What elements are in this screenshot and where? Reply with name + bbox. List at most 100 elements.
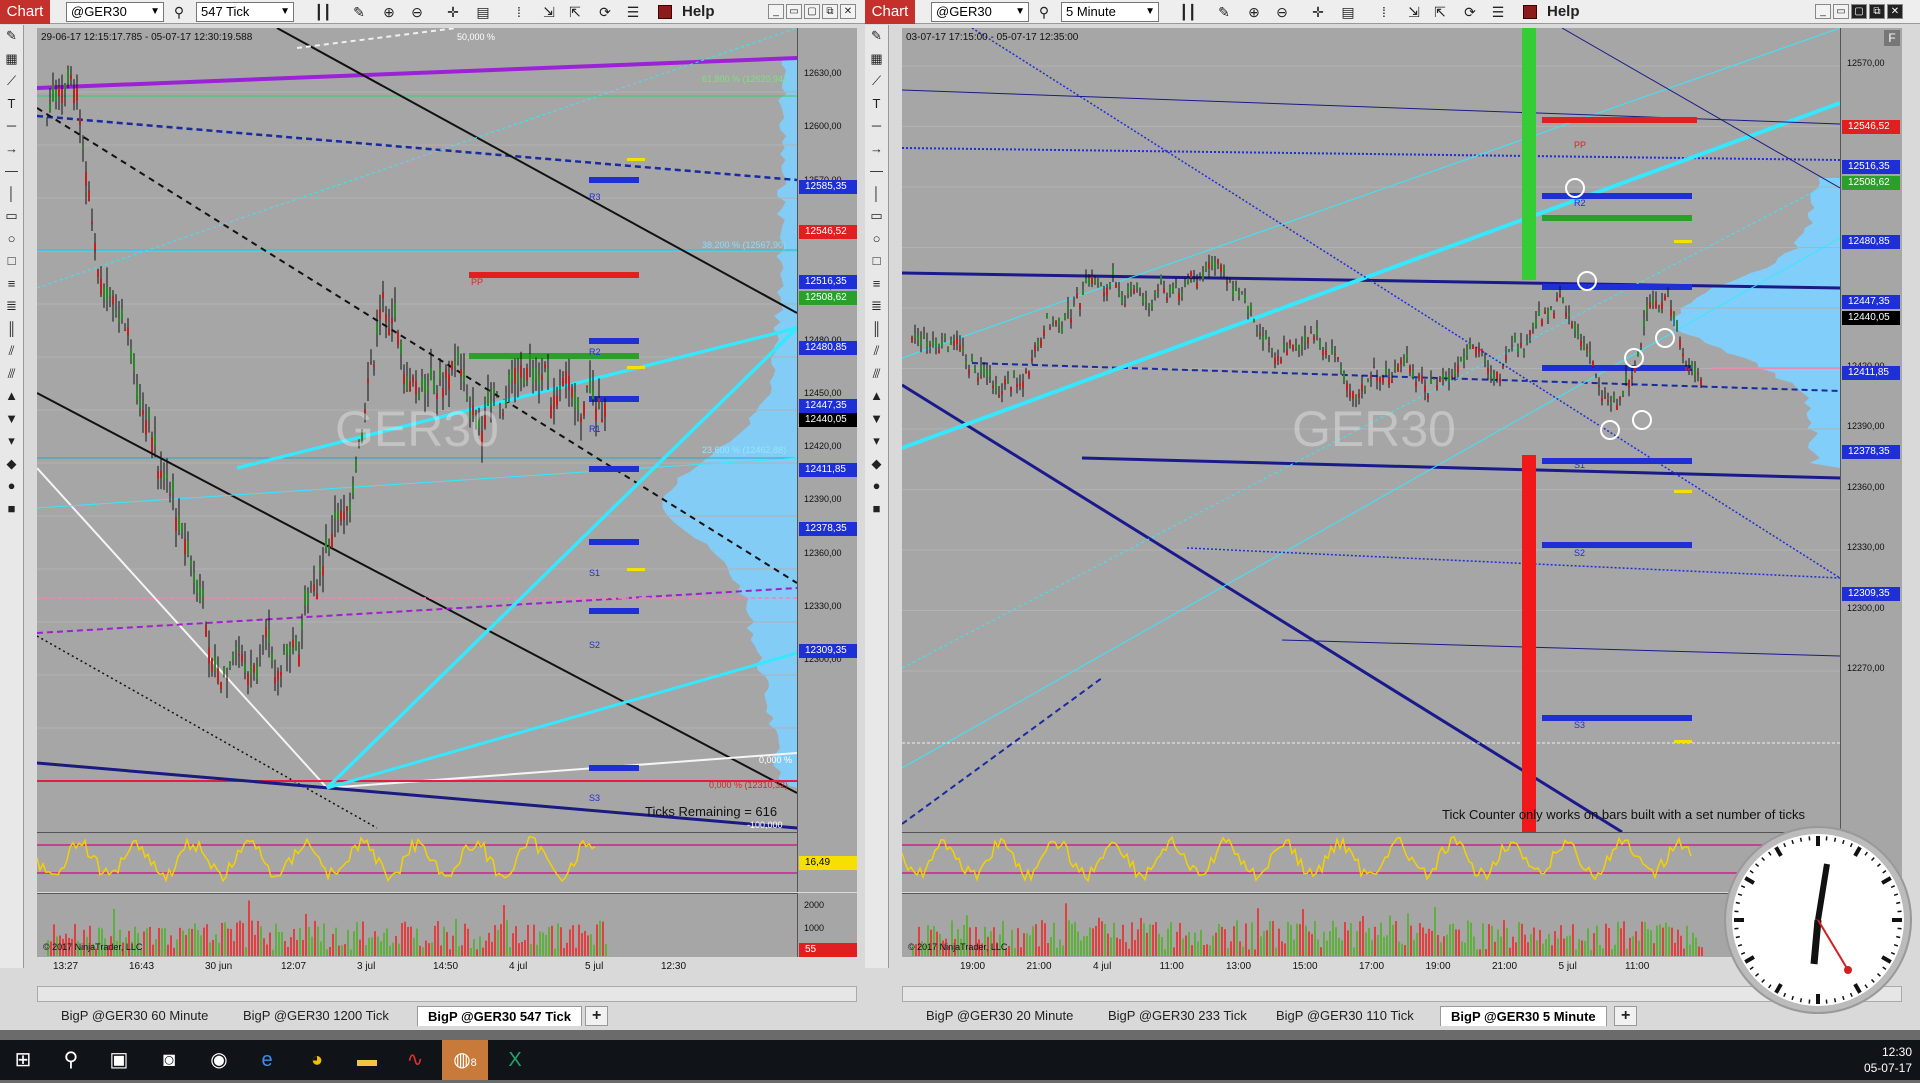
left-maximize-button[interactable]: ▢ xyxy=(804,4,820,19)
grid-tool-icon[interactable]: ▦ xyxy=(0,48,23,71)
ellipse-tool-icon[interactable]: ○ xyxy=(0,228,23,251)
list-icon[interactable]: ☰ xyxy=(624,2,642,22)
text-tool-icon[interactable]: T xyxy=(865,93,888,116)
ruler-tool-icon[interactable]: ⟋ xyxy=(0,70,23,93)
left-instrument-select[interactable]: @GER30▼ xyxy=(66,2,164,22)
left-help-menu[interactable]: Help xyxy=(682,0,715,24)
diamond-icon[interactable]: ◆ xyxy=(865,453,888,476)
zoom-out-icon[interactable]: ⊖ xyxy=(408,2,426,22)
hline-tool-icon[interactable]: ― xyxy=(865,160,888,183)
zoom-out-icon[interactable]: ⊖ xyxy=(1273,2,1291,22)
add-tab-button[interactable]: + xyxy=(1614,1006,1637,1026)
ninjatrader-icon[interactable]: ∿ xyxy=(392,1040,438,1080)
app-icon[interactable]: ◉ xyxy=(196,1040,242,1080)
pencil-tool-icon[interactable]: ✎ xyxy=(0,25,23,48)
text-tool-icon[interactable]: T xyxy=(0,93,23,116)
drawing-objects-icon[interactable]: ⇱ xyxy=(1431,2,1449,22)
chrome-icon[interactable]: ◕ xyxy=(294,1040,340,1080)
tab-20-minute[interactable]: BigP @GER30 20 Minute xyxy=(916,1006,1083,1026)
pencil-icon[interactable]: ✎ xyxy=(1215,2,1233,22)
file-explorer-icon[interactable]: ▬ xyxy=(344,1040,390,1080)
indicators-icon[interactable]: ⁞ xyxy=(510,2,528,22)
diamond-icon[interactable]: ◆ xyxy=(0,453,23,476)
rect-tool-icon[interactable]: ▭ xyxy=(0,205,23,228)
search-icon[interactable]: ⚲ xyxy=(1035,2,1053,22)
fib-time-tool-icon[interactable]: ║ xyxy=(0,318,23,341)
rect-tool-icon[interactable]: ▭ xyxy=(865,205,888,228)
dot-icon[interactable]: ● xyxy=(0,475,23,498)
fib-tool-icon[interactable]: ≡ xyxy=(865,273,888,296)
edge-icon[interactable]: e xyxy=(244,1040,290,1080)
ray-tool-icon[interactable]: → xyxy=(0,138,23,161)
left-restore-button[interactable]: ▭ xyxy=(786,4,802,19)
tab-60-minute[interactable]: BigP @GER30 60 Minute xyxy=(51,1006,218,1026)
windows-start-icon[interactable]: ⊞ xyxy=(0,1040,46,1080)
arrow-up-icon[interactable]: ▲ xyxy=(0,385,23,408)
left-price-panel[interactable]: 29-06-17 12:15:17.785 - 05-07-17 12:30:1… xyxy=(37,28,797,832)
triangle-down-icon[interactable]: ▾ xyxy=(865,430,888,453)
tab-110-tick[interactable]: BigP @GER30 110 Tick xyxy=(1266,1006,1424,1026)
hline-tool-icon[interactable]: ― xyxy=(0,160,23,183)
square-icon[interactable]: ■ xyxy=(865,498,888,521)
ellipse-tool-icon[interactable]: ○ xyxy=(865,228,888,251)
strategies-icon[interactable]: ⇲ xyxy=(1405,2,1423,22)
list-icon[interactable]: ☰ xyxy=(1489,2,1507,22)
right-interval-select[interactable]: 5 Minute▼ xyxy=(1061,2,1159,22)
vline-tool-icon[interactable]: │ xyxy=(865,183,888,206)
system-clock[interactable]: 12:3005-07-17 xyxy=(1864,1044,1912,1076)
dot-icon[interactable]: ● xyxy=(865,475,888,498)
left-horizontal-scrollbar[interactable] xyxy=(37,986,857,1002)
right-panel-corner[interactable]: F xyxy=(1884,30,1900,46)
gann-tool-icon[interactable]: ⫽ xyxy=(865,340,888,363)
excel-icon[interactable]: X xyxy=(492,1040,538,1080)
tab-5-minute[interactable]: BigP @GER30 5 Minute xyxy=(1440,1006,1607,1026)
left-interval-select[interactable]: 547 Tick▼ xyxy=(196,2,294,22)
left-chart-menu-button[interactable]: Chart xyxy=(0,0,50,24)
right-help-menu[interactable]: Help xyxy=(1547,0,1580,24)
search-icon[interactable]: ⚲ xyxy=(48,1040,94,1080)
triangle-down-icon[interactable]: ▾ xyxy=(0,430,23,453)
pencil-tool-icon[interactable]: ✎ xyxy=(865,25,888,48)
task-view-icon[interactable]: ▣ xyxy=(96,1040,142,1080)
bar-type-icon[interactable]: ┃┃ xyxy=(314,2,332,22)
crosshair-icon[interactable]: ✛ xyxy=(444,2,462,22)
refresh-icon[interactable]: ⟳ xyxy=(1461,2,1479,22)
right-close-button[interactable]: ✕ xyxy=(1887,4,1903,19)
right-chart-menu-button[interactable]: Chart xyxy=(865,0,915,24)
strategies-icon[interactable]: ⇲ xyxy=(540,2,558,22)
line-tool-icon[interactable]: ─ xyxy=(0,115,23,138)
grid-tool-icon[interactable]: ▦ xyxy=(865,48,888,71)
square-tool-icon[interactable]: □ xyxy=(0,250,23,273)
bar-type-icon[interactable]: ┃┃ xyxy=(1179,2,1197,22)
vline-tool-icon[interactable]: │ xyxy=(0,183,23,206)
app-icon[interactable]: ◙ xyxy=(146,1040,192,1080)
arrow-up-icon[interactable]: ▲ xyxy=(865,385,888,408)
right-price-panel[interactable]: 03-07-17 17:15:00 - 05-07-17 12:35:00 GE… xyxy=(902,28,1840,832)
crosshair-icon[interactable]: ✛ xyxy=(1309,2,1327,22)
square-tool-icon[interactable]: □ xyxy=(865,250,888,273)
fib-time-tool-icon[interactable]: ║ xyxy=(865,318,888,341)
right-minimize-button[interactable]: _ xyxy=(1815,4,1831,19)
fib-tool-icon[interactable]: ≡ xyxy=(0,273,23,296)
channel-tool-icon[interactable]: ⫻ xyxy=(0,363,23,386)
tab-233-tick[interactable]: BigP @GER30 233 Tick xyxy=(1098,1006,1257,1026)
right-maximize-button[interactable]: ▢ xyxy=(1851,4,1867,19)
search-icon[interactable]: ⚲ xyxy=(170,2,188,22)
refresh-icon[interactable]: ⟳ xyxy=(596,2,614,22)
left-close-button[interactable]: ✕ xyxy=(840,4,856,19)
properties-icon[interactable]: ▤ xyxy=(1339,2,1357,22)
line-tool-icon[interactable]: ─ xyxy=(865,115,888,138)
add-tab-button[interactable]: + xyxy=(585,1006,608,1026)
right-instrument-select[interactable]: @GER30▼ xyxy=(931,2,1029,22)
zoom-in-icon[interactable]: ⊕ xyxy=(1245,2,1263,22)
left-minimize-button[interactable]: _ xyxy=(768,4,784,19)
zoom-in-icon[interactable]: ⊕ xyxy=(380,2,398,22)
ray-tool-icon[interactable]: → xyxy=(865,138,888,161)
gann-tool-icon[interactable]: ⫽ xyxy=(0,340,23,363)
arrow-down-icon[interactable]: ▼ xyxy=(865,408,888,431)
square-icon[interactable]: ■ xyxy=(0,498,23,521)
tab-547-tick[interactable]: BigP @GER30 547 Tick xyxy=(417,1006,582,1026)
right-restore-button[interactable]: ▭ xyxy=(1833,4,1849,19)
right-restore-down-button[interactable]: ⧉ xyxy=(1869,4,1885,19)
left-restore-down-button[interactable]: ⧉ xyxy=(822,4,838,19)
